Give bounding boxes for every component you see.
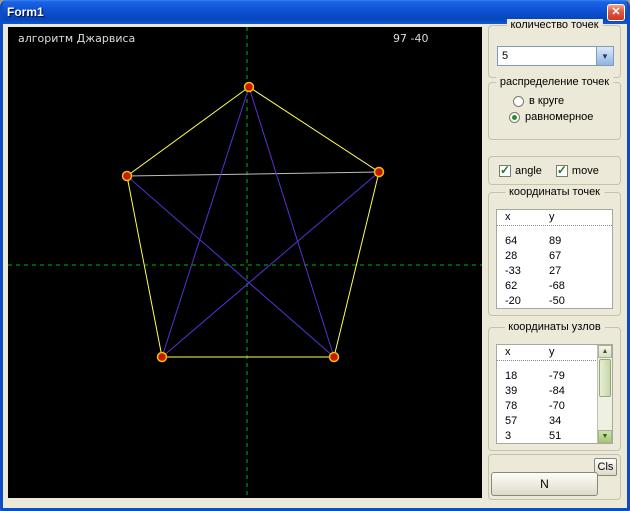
- n-button[interactable]: N: [491, 472, 598, 496]
- checkbox-icon[interactable]: [499, 163, 511, 177]
- group-points-count-label: количество точек: [506, 19, 603, 31]
- window-title: Form1: [7, 5, 44, 19]
- list-header: x y: [497, 345, 612, 361]
- chevron-down-icon[interactable]: ▼: [596, 47, 613, 65]
- group-points-coords-label: координаты точек: [504, 186, 605, 198]
- group-points-count: количество точек 5 ▼: [488, 19, 621, 78]
- points-count-value: 5: [502, 50, 509, 62]
- list-header: x y: [497, 210, 612, 226]
- coord-row[interactable]: 3 51: [497, 429, 612, 443]
- nodes-coords-rows: 18 -79 39 -84 78 -70 57 34 3 51: [497, 361, 612, 443]
- diagonal-line: [126, 175, 335, 358]
- app-window: Form1 ✕ алгоритм Джарвиса 97 -40 количес…: [0, 0, 630, 511]
- radio-icon[interactable]: [509, 111, 520, 123]
- coord-row[interactable]: -33 27: [497, 264, 612, 279]
- algorithm-label: алгоритм Джарвиса: [18, 32, 135, 45]
- points-coords-rows: 64 89 28 67 -33 27 62 -68 -20 -50: [497, 226, 612, 308]
- coord-row[interactable]: 39 -84: [497, 384, 612, 399]
- convex-hull: [126, 86, 380, 358]
- points-coords-list[interactable]: x y 64 89 28 67 -33 27 62 -68 -20 -50: [496, 209, 613, 309]
- vertical-scrollbar[interactable]: ▲ ▼: [597, 345, 612, 443]
- diagonal-line: [248, 86, 335, 358]
- vertex-point: [121, 170, 133, 182]
- radio-in-circle-label: в круге: [529, 95, 565, 107]
- points-count-select[interactable]: 5 ▼: [497, 46, 614, 66]
- coord-row[interactable]: -20 -50: [497, 294, 612, 308]
- vertex-point: [156, 351, 168, 363]
- group-distribution-label: распределение точек: [495, 76, 614, 88]
- close-icon[interactable]: ✕: [607, 3, 625, 21]
- checkbox-angle[interactable]: angle: [499, 163, 542, 177]
- checkbox-move-label: move: [571, 164, 599, 177]
- vertex-point: [243, 81, 255, 93]
- scroll-down-icon[interactable]: ▼: [598, 430, 612, 443]
- radio-uniform[interactable]: равномерное: [509, 111, 620, 123]
- radio-uniform-label: равномерное: [525, 111, 594, 123]
- vertex-point: [373, 166, 385, 178]
- group-distribution: распределение точек в круге равномерное: [488, 76, 621, 140]
- cursor-coordinates: 97 -40: [393, 32, 428, 45]
- nodes-coords-list[interactable]: x y 18 -79 39 -84 78 -70 57 34 3 51 ▲ ▼: [496, 344, 613, 444]
- radio-in-circle[interactable]: в круге: [513, 95, 620, 107]
- coord-row[interactable]: 78 -70: [497, 399, 612, 414]
- hull-graph: алгоритм Джарвиса 97 -40: [8, 27, 482, 498]
- group-points-coords: координаты точек x y 64 89 28 67 -33 27 62 -68-…: [488, 186, 621, 316]
- group-toggles: angle move: [488, 156, 621, 185]
- coord-row[interactable]: 28 67: [497, 249, 612, 264]
- group-actions: Cls N: [488, 454, 621, 500]
- radio-icon[interactable]: [513, 95, 524, 107]
- scroll-up-icon[interactable]: ▲: [598, 345, 612, 358]
- chord-line: [126, 171, 380, 177]
- checkbox-angle-label: angle: [515, 164, 542, 177]
- plot-canvas[interactable]: алгоритм Джарвиса 97 -40: [8, 27, 482, 498]
- checkbox-icon[interactable]: [555, 163, 568, 177]
- checkbox-move[interactable]: move: [555, 163, 599, 177]
- scrollbar-thumb[interactable]: [599, 359, 611, 397]
- coord-row[interactable]: 57 34: [497, 414, 612, 429]
- group-nodes-coords-label: координаты узлов: [504, 321, 605, 333]
- coord-row[interactable]: 62 -68: [497, 279, 612, 294]
- diagonal-line: [161, 86, 250, 358]
- group-nodes-coords: координаты узлов x y 18 -79 39 -84 78 -70 57 34…: [488, 321, 621, 451]
- vertex-point: [328, 351, 340, 363]
- coord-row[interactable]: 18 -79: [497, 369, 612, 384]
- coord-row[interactable]: 64 89: [497, 234, 612, 249]
